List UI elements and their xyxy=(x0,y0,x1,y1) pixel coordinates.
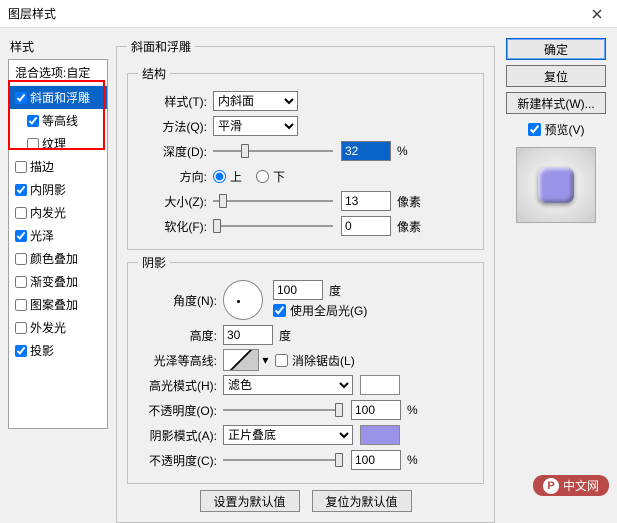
unit: 度 xyxy=(329,282,341,299)
dir-down-radio[interactable]: 下 xyxy=(256,168,285,185)
unit: 像素 xyxy=(397,193,421,210)
structure-group: 结构 样式(T):内斜面 方法(Q):平滑 深度(D):% 方向:上下 大小(Z… xyxy=(127,65,484,250)
style-item-bevel[interactable]: 斜面和浮雕 xyxy=(9,86,107,109)
depth-label: 深度(D): xyxy=(138,143,213,160)
highlight-color[interactable] xyxy=(360,375,400,395)
style-item-color-overlay[interactable]: 颜色叠加 xyxy=(9,247,107,270)
shadow-opacity-label: 不透明度(C): xyxy=(138,452,223,469)
style-checkbox[interactable] xyxy=(15,253,27,265)
highlight-opacity-slider[interactable] xyxy=(223,403,343,417)
shadow-opacity-slider[interactable] xyxy=(223,453,343,467)
angle-input[interactable] xyxy=(273,280,323,300)
style-item-contour[interactable]: 等高线 xyxy=(9,109,107,132)
style-item-stroke[interactable]: 描边 xyxy=(9,155,107,178)
bevel-legend: 斜面和浮雕 xyxy=(127,38,195,55)
highlight-mode-label: 高光模式(H): xyxy=(138,377,223,394)
style-item-outer-glow[interactable]: 外发光 xyxy=(9,316,107,339)
new-style-button[interactable]: 新建样式(W)... xyxy=(506,92,606,114)
soften-slider[interactable] xyxy=(213,219,333,233)
antialias-checkbox[interactable]: 消除锯齿(L) xyxy=(275,352,355,369)
highlight-opacity-input[interactable] xyxy=(351,400,401,420)
highlight-opacity-label: 不透明度(O): xyxy=(138,402,223,419)
reset-default-button[interactable]: 复位为默认值 xyxy=(312,490,412,512)
window-title: 图层样式 xyxy=(8,5,577,22)
style-item-inner-shadow[interactable]: 内阴影 xyxy=(9,178,107,201)
bevel-method-select[interactable]: 平滑 xyxy=(213,116,298,136)
watermark: P中文网 xyxy=(533,475,609,496)
unit: 像素 xyxy=(397,218,421,235)
style-checkbox[interactable] xyxy=(27,115,39,127)
style-item-gradient-overlay[interactable]: 渐变叠加 xyxy=(9,270,107,293)
soften-label: 软化(F): xyxy=(138,218,213,235)
style-checkbox[interactable] xyxy=(15,299,27,311)
style-checkbox[interactable] xyxy=(27,138,39,150)
style-checkbox[interactable] xyxy=(15,276,27,288)
dir-up-radio[interactable]: 上 xyxy=(213,168,242,185)
style-checkbox[interactable] xyxy=(15,92,27,104)
soften-input[interactable] xyxy=(341,216,391,236)
blend-options-item[interactable]: 混合选项:自定 xyxy=(9,60,107,86)
size-slider[interactable] xyxy=(213,194,333,208)
ok-button[interactable]: 确定 xyxy=(506,38,606,60)
style-checkbox[interactable] xyxy=(15,230,27,242)
cancel-button[interactable]: 复位 xyxy=(506,65,606,87)
shadow-mode-label: 阴影模式(A): xyxy=(138,427,223,444)
structure-legend: 结构 xyxy=(138,65,170,82)
direction-label: 方向: xyxy=(138,168,213,185)
altitude-input[interactable] xyxy=(223,325,273,345)
style-checkbox[interactable] xyxy=(15,345,27,357)
style-item-inner-glow[interactable]: 内发光 xyxy=(9,201,107,224)
global-light-checkbox[interactable]: 使用全局光(G) xyxy=(273,302,367,319)
angle-wheel[interactable] xyxy=(223,280,263,320)
contour-picker[interactable] xyxy=(223,349,259,371)
shading-legend: 阴影 xyxy=(138,254,170,271)
size-input[interactable] xyxy=(341,191,391,211)
size-label: 大小(Z): xyxy=(138,193,213,210)
style-label: 样式(T): xyxy=(138,93,213,110)
preview-checkbox[interactable]: 预览(V) xyxy=(528,121,585,138)
style-item-texture[interactable]: 纹理 xyxy=(9,132,107,155)
unit: % xyxy=(407,403,418,417)
style-checkbox[interactable] xyxy=(15,322,27,334)
style-item-satin[interactable]: 光泽 xyxy=(9,224,107,247)
style-checkbox[interactable] xyxy=(15,207,27,219)
style-item-pattern-overlay[interactable]: 图案叠加 xyxy=(9,293,107,316)
chevron-down-icon[interactable]: ▾ xyxy=(262,353,268,367)
highlight-mode-select[interactable]: 滤色 xyxy=(223,375,353,395)
depth-input[interactable] xyxy=(341,141,391,161)
gloss-contour-label: 光泽等高线: xyxy=(138,352,223,369)
shadow-mode-select[interactable]: 正片叠底 xyxy=(223,425,353,445)
shadow-color[interactable] xyxy=(360,425,400,445)
shading-group: 阴影 角度(N): 度 使用全局光(G) 高度: 度 光泽等高线: ▾ 消除锯齿(… xyxy=(127,254,484,484)
method-label: 方法(Q): xyxy=(138,118,213,135)
close-button[interactable] xyxy=(577,0,617,28)
bevel-style-select[interactable]: 内斜面 xyxy=(213,91,298,111)
style-checkbox[interactable] xyxy=(15,161,27,173)
altitude-label: 高度: xyxy=(138,327,223,344)
close-icon xyxy=(592,9,602,19)
styles-label: 样式 xyxy=(8,38,108,55)
set-default-button[interactable]: 设置为默认值 xyxy=(200,490,300,512)
style-list: 混合选项:自定 斜面和浮雕 等高线 纹理 描边 内阴影 内发光 光泽 颜色叠加 … xyxy=(8,59,108,429)
unit: % xyxy=(397,144,408,158)
unit: % xyxy=(407,453,418,467)
unit: 度 xyxy=(279,327,291,344)
bevel-group: 斜面和浮雕 结构 样式(T):内斜面 方法(Q):平滑 深度(D):% 方向:上… xyxy=(116,38,495,523)
style-checkbox[interactable] xyxy=(15,184,27,196)
preview-thumbnail xyxy=(516,147,596,223)
depth-slider[interactable] xyxy=(213,144,333,158)
style-item-drop-shadow[interactable]: 投影 xyxy=(9,339,107,362)
angle-label: 角度(N): xyxy=(138,292,223,309)
shadow-opacity-input[interactable] xyxy=(351,450,401,470)
